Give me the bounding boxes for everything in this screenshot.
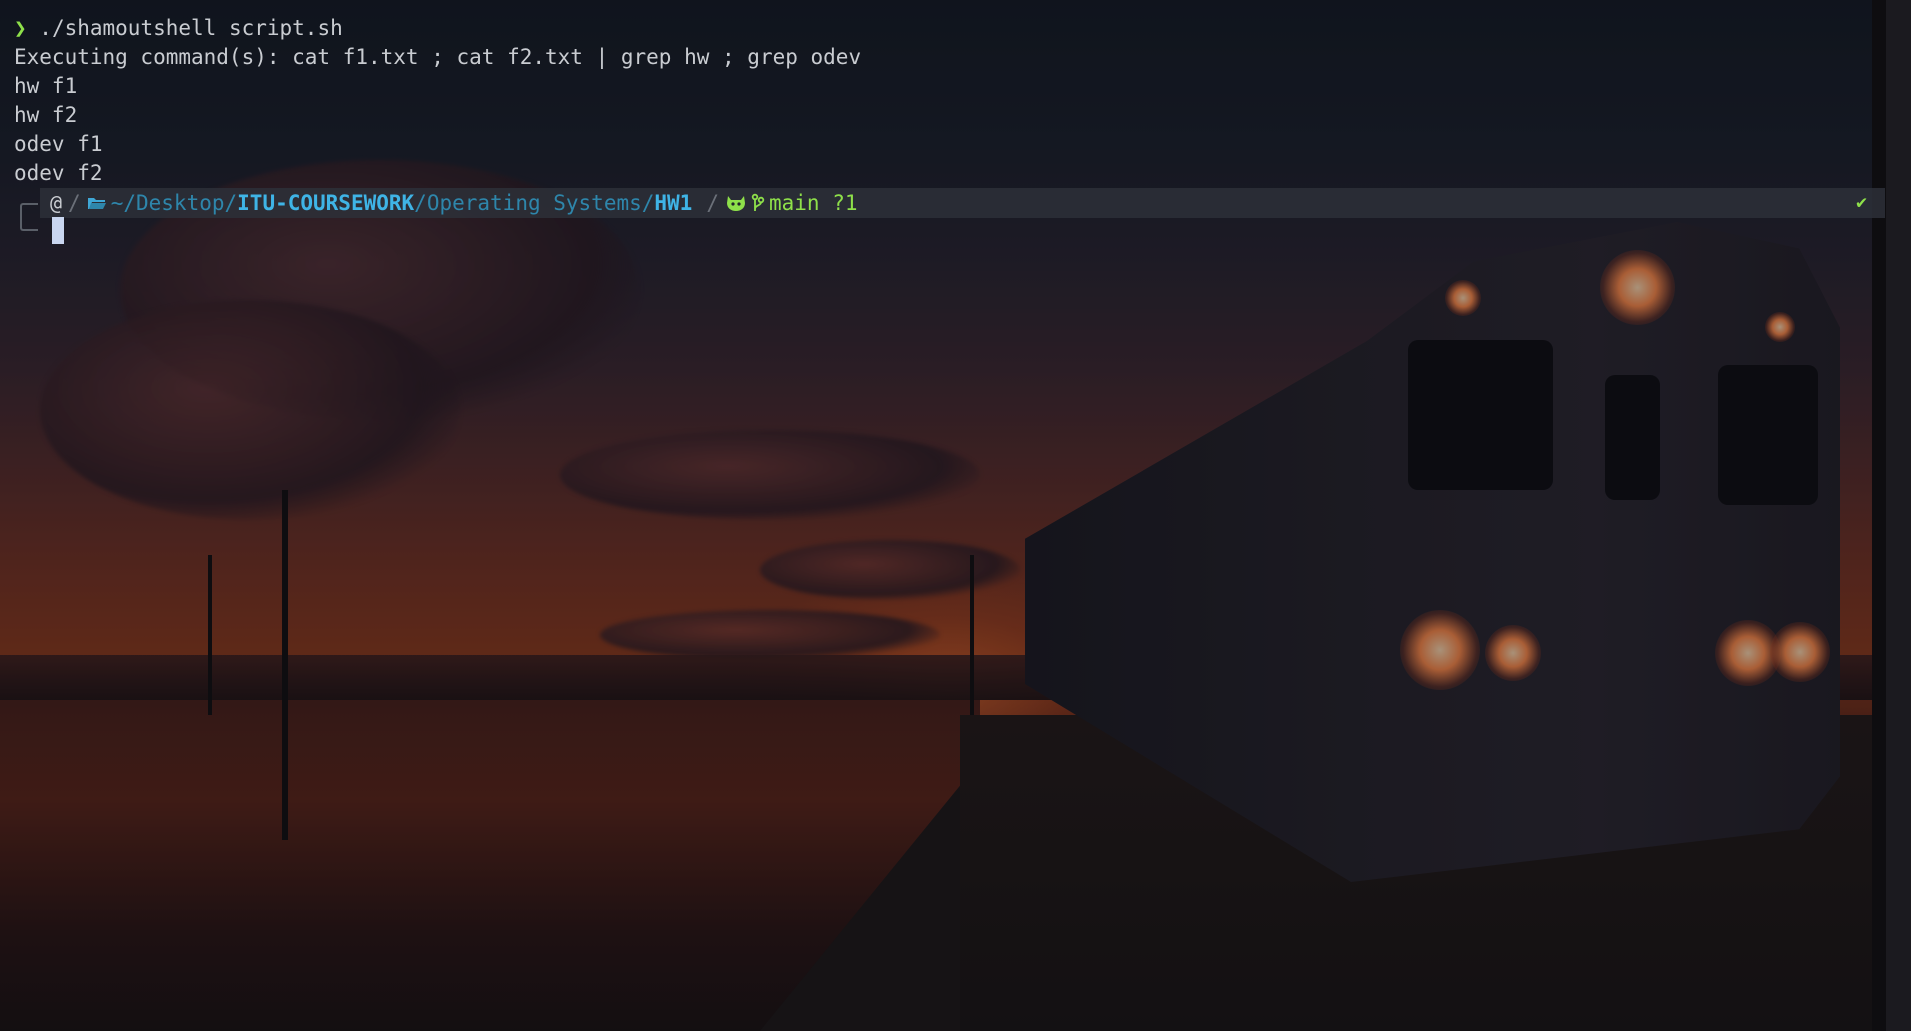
- prompt-symbol: ❯: [14, 16, 27, 40]
- terminal-cursor[interactable]: [52, 217, 64, 244]
- path-current-dir: HW1: [654, 191, 693, 215]
- output-line: hw f1: [14, 74, 78, 98]
- prompt-frame-bracket: [20, 203, 38, 231]
- github-cat-icon: [725, 194, 747, 212]
- prompt-statusbar: @ / ~/Desktop/ITU-COURSEWORK/Operating S…: [40, 188, 1885, 218]
- git-branch-icon: [751, 193, 765, 213]
- debian-swirl-icon: @: [50, 191, 63, 215]
- path-home: ~/: [110, 191, 136, 215]
- terminal-window[interactable]: ❯ ./shamoutshell script.sh Executing com…: [0, 0, 1890, 1031]
- check-icon: ✔: [1856, 192, 1867, 213]
- segment-separator: /: [68, 191, 81, 215]
- command-line: ❯ ./shamoutshell script.sh: [14, 14, 343, 42]
- output-line: odev f2: [14, 161, 103, 185]
- segment-separator: /: [706, 191, 719, 215]
- folder-open-icon: [87, 195, 107, 211]
- output-line: odev f1: [14, 132, 103, 156]
- output-line: Executing command(s): cat f1.txt ; cat f…: [14, 45, 862, 69]
- git-status-count: ?1: [819, 191, 858, 215]
- path-segment: ITU-COURSEWORK: [237, 191, 415, 215]
- path-segment: Desktop/: [136, 191, 238, 215]
- output-line: hw f2: [14, 103, 78, 127]
- git-branch-name: main: [768, 191, 820, 215]
- command-text: ./shamoutshell script.sh: [26, 16, 343, 40]
- path-segment: /Operating Systems/: [414, 191, 655, 215]
